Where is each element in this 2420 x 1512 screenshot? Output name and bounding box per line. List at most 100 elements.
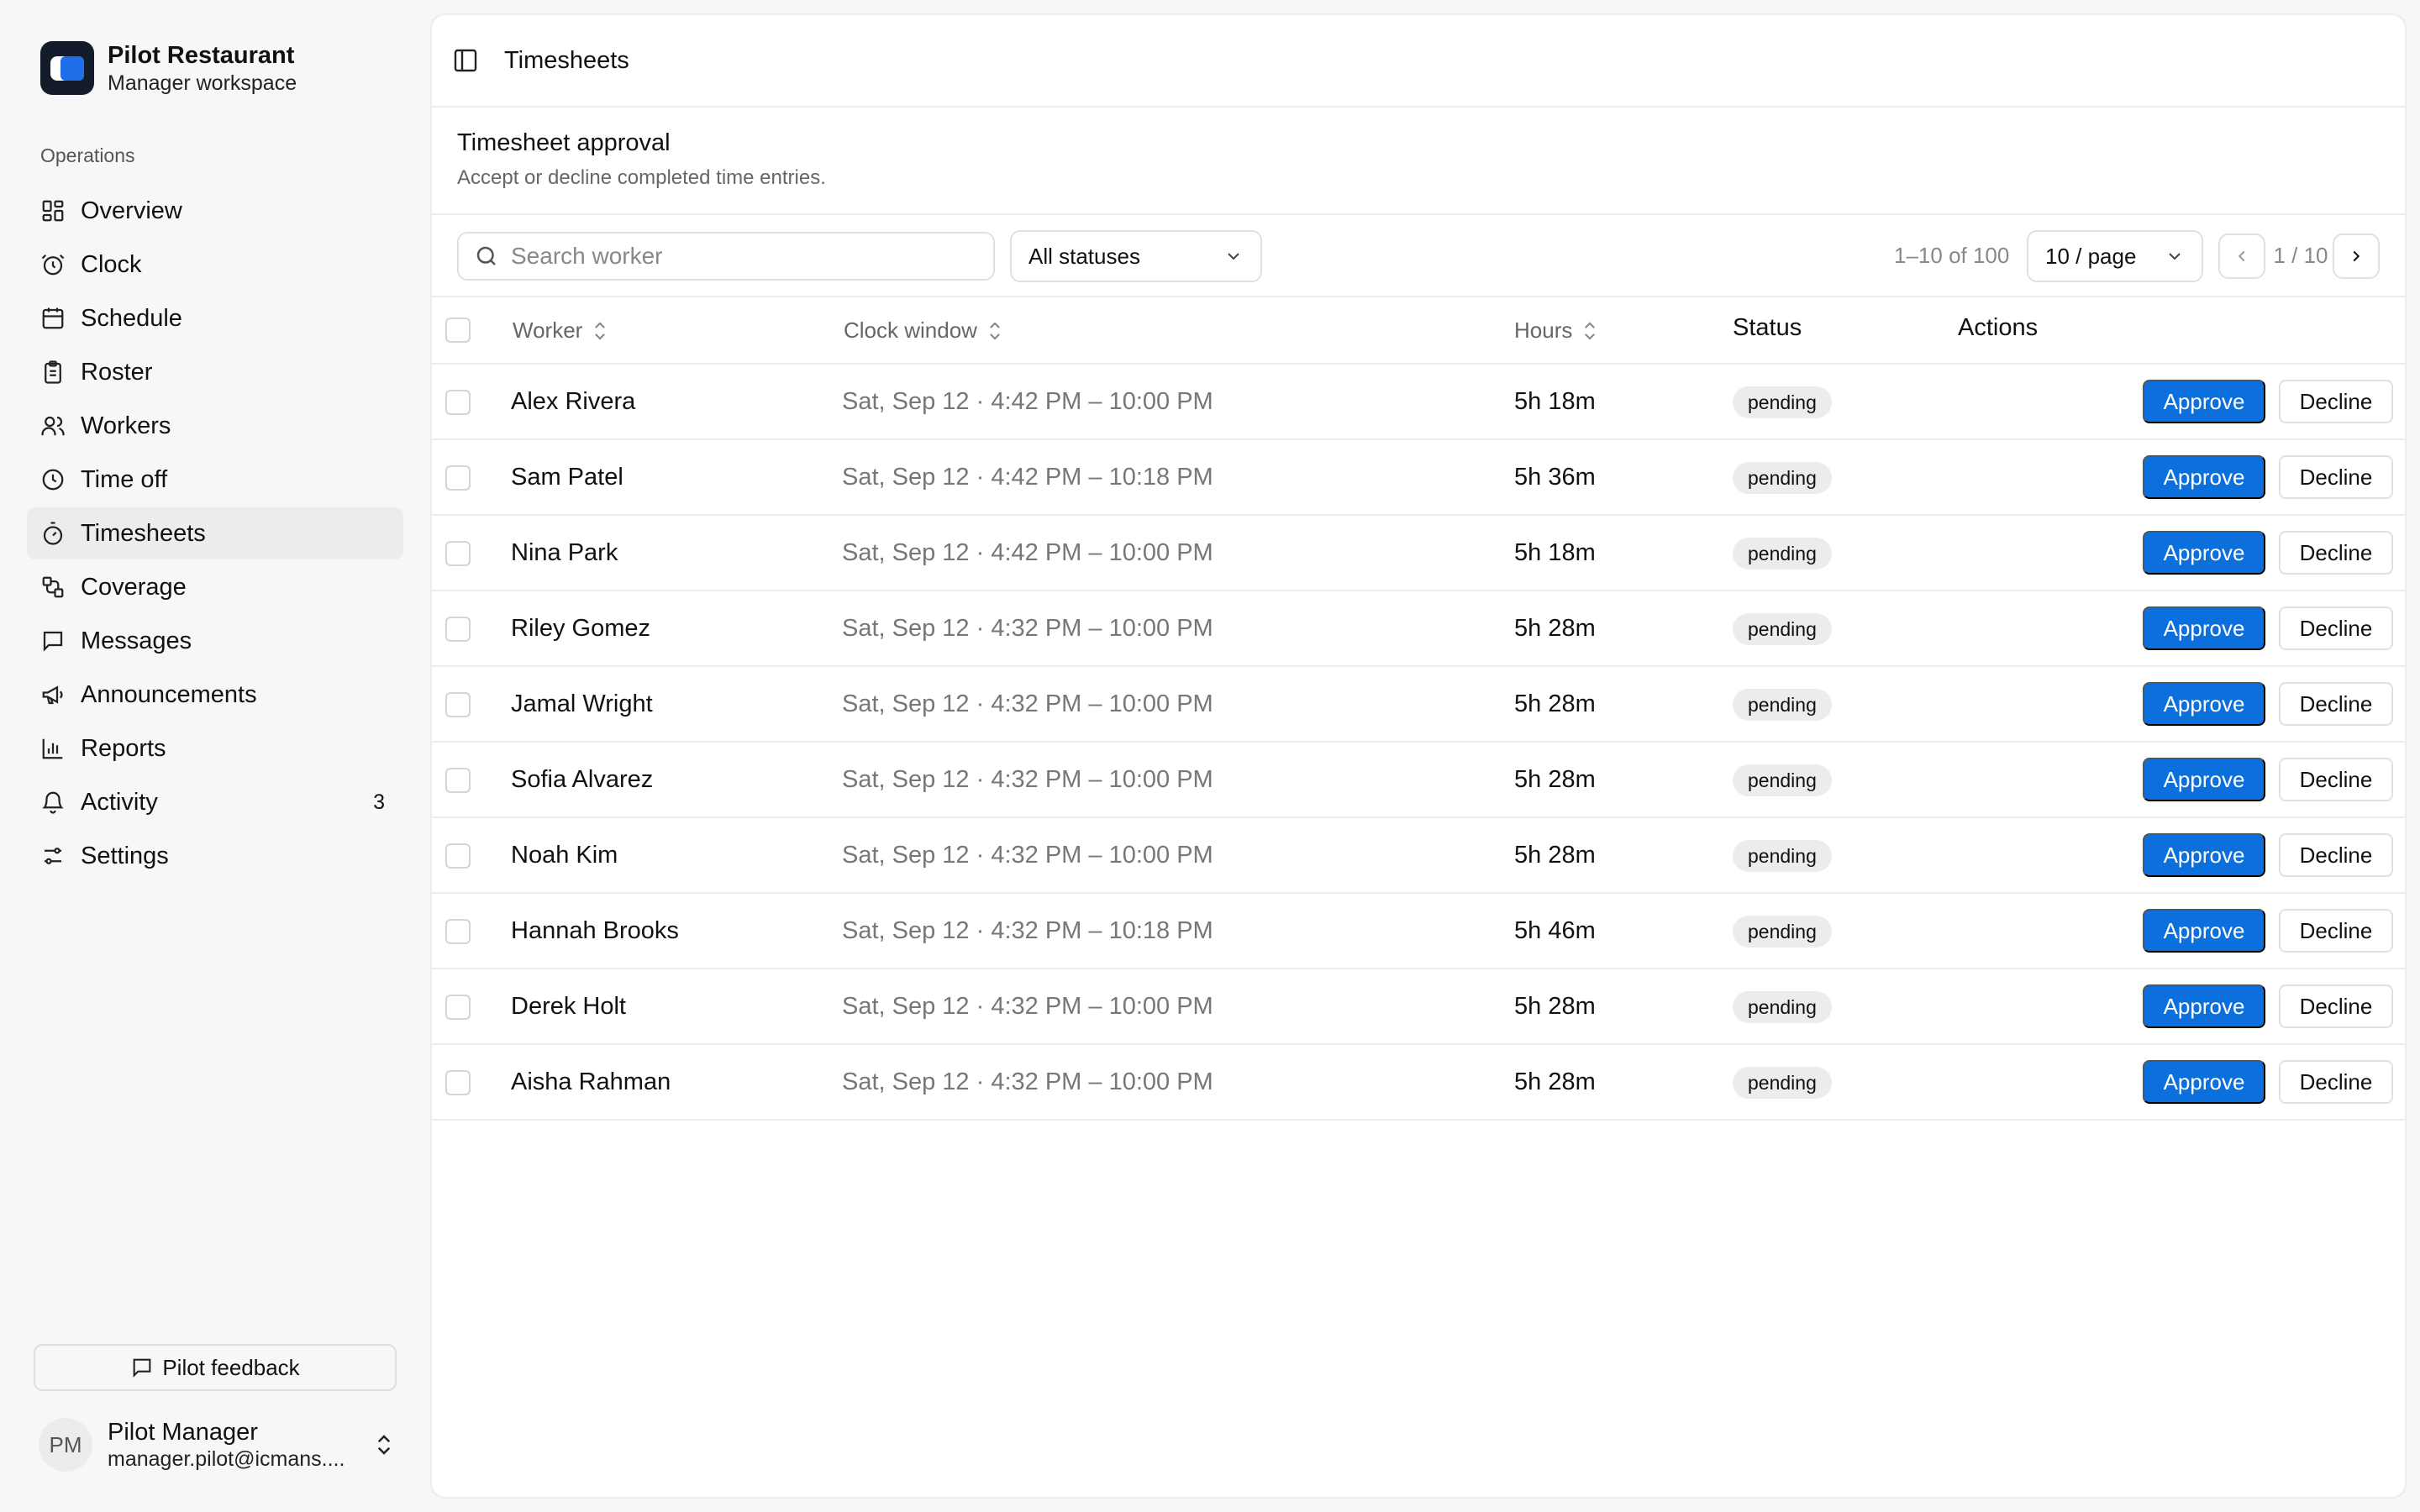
decline-button[interactable]: Decline — [2279, 455, 2393, 499]
decline-button[interactable]: Decline — [2279, 1060, 2393, 1104]
sidebar-item-timesheets[interactable]: Timesheets — [27, 507, 403, 559]
page-size-select[interactable]: 10 / page — [2027, 230, 2203, 282]
sort-icon — [990, 321, 1000, 340]
page-size-value: 10 / page — [2045, 243, 2137, 269]
main-panel: Timesheets Timesheet approval Accept or … — [430, 13, 2407, 1499]
sort-icon — [1585, 321, 1596, 340]
approve-button[interactable]: Approve — [2143, 1060, 2265, 1104]
select-all-checkbox[interactable] — [445, 318, 471, 343]
previous-page-button[interactable] — [2218, 234, 2265, 279]
chevron-left-icon — [2238, 250, 2245, 262]
approve-button[interactable]: Approve — [2143, 909, 2265, 953]
sidebar-item-activity[interactable]: Activity 3 — [27, 776, 403, 828]
sidebar-item-clock[interactable]: Clock — [27, 239, 403, 291]
decline-button[interactable]: Decline — [2279, 833, 2393, 877]
timesheet-table: Worker Clock window Hours Status Actions… — [432, 297, 2405, 1121]
row-checkbox[interactable] — [445, 995, 471, 1020]
sidebar-item-workers[interactable]: Workers — [27, 400, 403, 452]
decline-button[interactable]: Decline — [2279, 380, 2393, 423]
status-badge: pending — [1733, 689, 1832, 721]
sidebar-item-messages[interactable]: Messages — [27, 615, 403, 667]
calendar-icon — [42, 307, 64, 329]
sidebar-item-coverage[interactable]: Coverage — [27, 561, 403, 613]
clock-window: Sat, Sep 12 · 4:32 PM – 10:00 PM — [842, 615, 1213, 642]
approve-button[interactable]: Approve — [2143, 606, 2265, 650]
sidebar-item-label: Time off — [81, 465, 168, 493]
sidebar-item-label: Schedule — [81, 304, 182, 332]
sidebar-toggle-icon[interactable] — [452, 47, 479, 74]
sort-icon — [595, 321, 606, 340]
activity-count-badge: 3 — [373, 790, 385, 814]
row-checkbox[interactable] — [445, 465, 471, 491]
approve-button[interactable]: Approve — [2143, 833, 2265, 877]
hours-value: 5h 18m — [1514, 539, 1596, 566]
row-checkbox[interactable] — [445, 768, 471, 793]
sidebar-item-reports[interactable]: Reports — [27, 722, 403, 774]
approve-button[interactable]: Approve — [2143, 984, 2265, 1028]
sliders-icon — [45, 848, 61, 864]
brand[interactable]: Pilot Restaurant Manager workspace — [40, 40, 297, 96]
decline-button[interactable]: Decline — [2279, 606, 2393, 650]
sidebar-item-settings[interactable]: Settings — [27, 830, 403, 882]
hours-value: 5h 28m — [1514, 690, 1596, 717]
approve-button[interactable]: Approve — [2143, 455, 2265, 499]
clock-window: Sat, Sep 12 · 4:32 PM – 10:00 PM — [842, 993, 1213, 1020]
approve-button[interactable]: Approve — [2143, 380, 2265, 423]
approve-button[interactable]: Approve — [2143, 531, 2265, 575]
row-checkbox[interactable] — [445, 617, 471, 642]
row-checkbox[interactable] — [445, 541, 471, 566]
breadcrumb: Timesheets — [504, 47, 629, 74]
status-badge: pending — [1733, 840, 1832, 872]
results-range: 1–10 of 100 — [1894, 243, 2010, 268]
row-checkbox[interactable] — [445, 390, 471, 415]
row-checkbox[interactable] — [445, 1070, 471, 1095]
column-header-worker[interactable]: Worker — [513, 318, 608, 344]
sidebar-item-label: Reports — [81, 734, 166, 762]
chevron-down-icon — [1228, 253, 1239, 260]
decline-button[interactable]: Decline — [2279, 682, 2393, 726]
worker-name: Aisha Rahman — [511, 1068, 671, 1095]
hours-value: 5h 28m — [1514, 993, 1596, 1020]
table-row: Sam Patel Sat, Sep 12 · 4:42 PM – 10:18 … — [432, 440, 2405, 516]
sidebar-item-time-off[interactable]: Time off — [27, 454, 403, 506]
user-menu[interactable]: PM Pilot Manager manager.pilot@icmans...… — [39, 1418, 400, 1472]
megaphone-icon — [42, 685, 63, 705]
row-checkbox[interactable] — [445, 919, 471, 944]
approve-button[interactable]: Approve — [2143, 682, 2265, 726]
search-icon — [476, 246, 496, 265]
sidebar-item-label: Activity — [81, 788, 158, 816]
sidebar-item-label: Coverage — [81, 573, 187, 601]
decline-button[interactable]: Decline — [2279, 531, 2393, 575]
next-page-button[interactable] — [2333, 234, 2380, 279]
table-row: Derek Holt Sat, Sep 12 · 4:32 PM – 10:00… — [432, 969, 2405, 1045]
nav-section-label: Operations — [40, 144, 135, 166]
page-header: Timesheet approval Accept or decline com… — [432, 108, 2405, 215]
decline-button[interactable]: Decline — [2279, 758, 2393, 801]
row-checkbox[interactable] — [445, 843, 471, 869]
worker-name: Hannah Brooks — [511, 917, 679, 944]
sidebar-item-label: Roster — [81, 358, 153, 386]
alarm-clock-icon — [41, 254, 65, 276]
column-header-clock-window[interactable]: Clock window — [844, 318, 1002, 344]
column-header-hours[interactable]: Hours — [1514, 318, 1597, 344]
sidebar-item-schedule[interactable]: Schedule — [27, 292, 403, 344]
worker-name: Sofia Alvarez — [511, 766, 654, 793]
chevron-right-icon — [2353, 250, 2360, 262]
clock-icon — [42, 469, 64, 491]
pilot-feedback-button[interactable]: Pilot feedback — [34, 1344, 397, 1391]
worker-name: Riley Gomez — [511, 615, 650, 642]
brand-subtitle: Manager workspace — [108, 71, 297, 95]
sidebar-item-overview[interactable]: Overview — [27, 185, 403, 237]
sidebar-item-announcements[interactable]: Announcements — [27, 669, 403, 721]
status-filter-select[interactable]: All statuses — [1010, 230, 1262, 282]
decline-button[interactable]: Decline — [2279, 984, 2393, 1028]
clock-window: Sat, Sep 12 · 4:42 PM – 10:18 PM — [842, 464, 1213, 491]
row-checkbox[interactable] — [445, 692, 471, 717]
grid-icon — [42, 200, 64, 222]
search-input[interactable] — [511, 243, 981, 270]
decline-button[interactable]: Decline — [2279, 909, 2393, 953]
sidebar-item-roster[interactable]: Roster — [27, 346, 403, 398]
status-badge: pending — [1733, 916, 1832, 948]
approve-button[interactable]: Approve — [2143, 758, 2265, 801]
hours-value: 5h 28m — [1514, 1068, 1596, 1095]
